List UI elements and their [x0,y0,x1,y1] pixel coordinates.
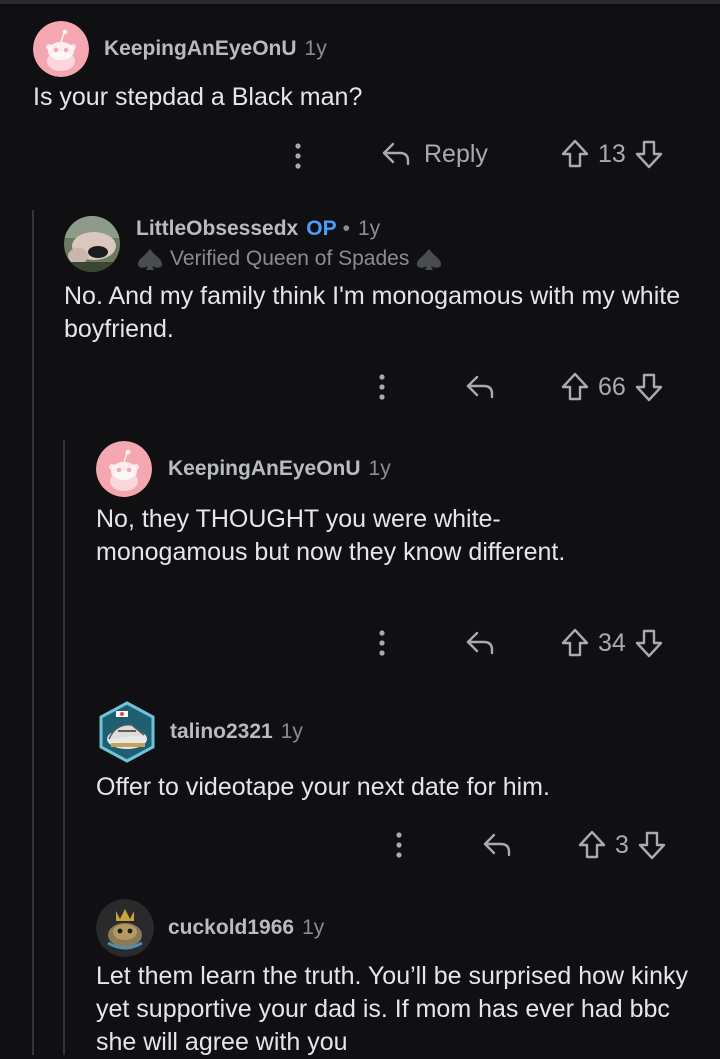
comment-actions: 66 [0,367,720,407]
timestamp: 1y [280,720,303,743]
reply-label: Reply [424,139,488,168]
reply-arrow-icon [466,631,494,655]
more-options-button[interactable] [292,140,304,172]
avatar[interactable] [33,21,89,77]
downvote-icon[interactable] [634,138,664,170]
upvote-icon[interactable] [577,829,607,861]
reply-arrow-icon [382,142,410,166]
author-block: LittleObsessedx OP • 1y Verified Queen o… [136,214,443,274]
comment-body: Let them learn the truth. You’ll be surp… [96,962,689,1056]
reply-button[interactable] [464,627,496,659]
comment-body: No. And my family think I'm monogamous w… [64,282,681,343]
comment-header: LittleObsessedx OP • 1y Verified Queen o… [64,214,443,274]
more-options-button[interactable] [393,829,405,861]
avatar[interactable] [96,899,154,957]
vote-controls: 34 [560,627,664,659]
comment-header: talino2321 1y [96,701,303,763]
comment-body: Offer to videotape your next date for hi… [96,773,550,801]
timestamp: 1y [302,916,325,939]
user-flair: Verified Queen of Spades [136,244,443,274]
more-options-button[interactable] [376,627,388,659]
more-vertical-icon [396,832,402,858]
spade-icon [417,249,442,270]
author-name[interactable]: KeepingAnEyeOnU [104,37,297,61]
comment-actions: Reply 13 [0,136,720,176]
downvote-icon[interactable] [634,371,664,403]
reply-button[interactable] [481,829,513,861]
vote-score: 66 [598,372,626,401]
author-name[interactable]: KeepingAnEyeOnU [168,457,361,481]
comment-body: Is your stepdad a Black man? [33,83,363,111]
author-name[interactable]: cuckold1966 [168,916,294,940]
comment-body: No, they THOUGHT you were white-monogamo… [96,505,566,566]
vote-controls: 13 [560,138,664,170]
timestamp: 1y [357,217,381,240]
flair-text: Verified Queen of Spades [170,247,410,270]
op-badge: OP [306,217,337,240]
comment-header: KeepingAnEyeOnU 1y [33,21,327,77]
downvote-icon[interactable] [634,627,664,659]
more-vertical-icon [295,143,301,169]
upvote-icon[interactable] [560,138,590,170]
more-options-button[interactable] [376,371,388,403]
comment-actions: 34 [0,623,720,663]
vote-score: 13 [598,139,626,168]
more-vertical-icon [379,630,385,656]
upvote-icon[interactable] [560,371,590,403]
reply-arrow-icon [483,833,511,857]
more-vertical-icon [379,374,385,400]
comment-header: KeepingAnEyeOnU 1y [96,441,391,497]
reply-button[interactable] [464,371,496,403]
timestamp: 1y [368,457,391,480]
comment-actions: 3 [0,825,720,865]
timestamp: 1y [304,37,327,60]
thread-line-level-2[interactable] [63,440,65,1055]
author-line: LittleObsessedx OP • 1y [136,214,443,244]
comment-header: cuckold1966 1y [96,899,324,957]
vote-score: 34 [598,628,626,657]
avatar[interactable] [96,441,152,497]
author-name[interactable]: talino2321 [170,720,273,744]
reply-button[interactable]: Reply [380,138,488,170]
vote-controls: 66 [560,371,664,403]
upvote-icon[interactable] [560,627,590,659]
separator-dot: • [342,217,350,240]
vote-score: 3 [615,830,629,859]
reply-arrow-icon [466,375,494,399]
spade-icon [138,249,162,270]
vote-controls: 3 [577,829,667,861]
avatar[interactable] [96,701,158,763]
avatar[interactable] [64,216,120,272]
downvote-icon[interactable] [637,829,667,861]
author-name[interactable]: LittleObsessedx [136,217,298,241]
top-divider [0,0,720,4]
